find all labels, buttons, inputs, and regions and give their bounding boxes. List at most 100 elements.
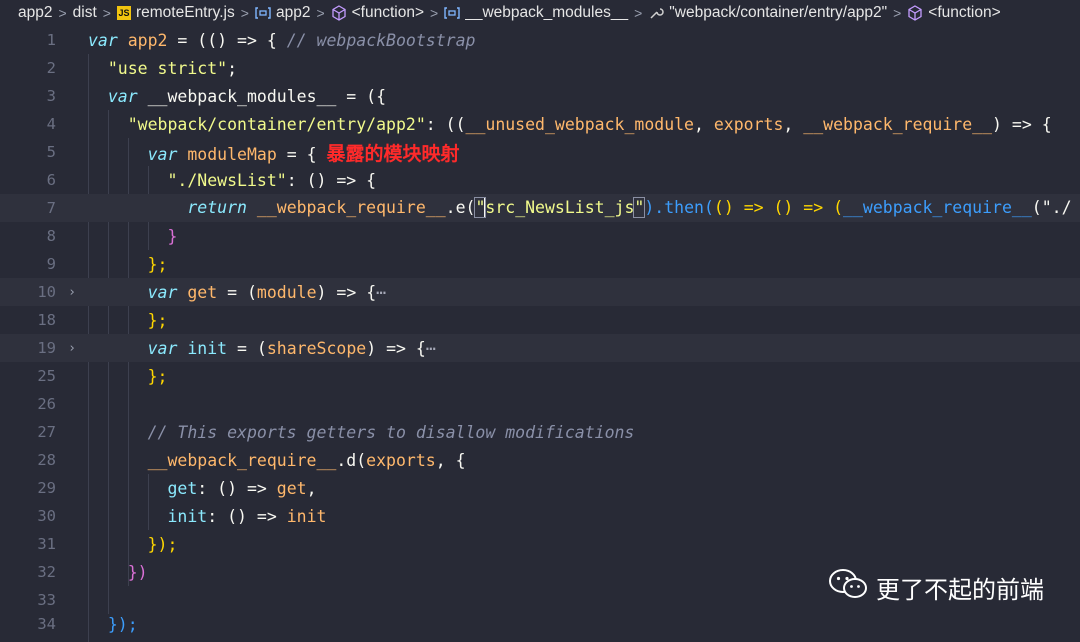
code-line-18[interactable]: 18 }; [0, 306, 1080, 334]
code-punct: , { [435, 450, 466, 470]
breadcrumb-item-webpack-modules[interactable]: __webpack_modules__ [444, 4, 628, 22]
code-line-19[interactable]: 19 › var init = (shareScope) => {⋯ [0, 334, 1080, 362]
code-punct: , [694, 114, 714, 134]
line-number: 3 [46, 87, 56, 105]
code-text: var __webpack_modules__ = ({ [88, 87, 386, 106]
code-line-9[interactable]: 9 }; [0, 250, 1080, 278]
keyword: var [147, 282, 178, 302]
code-line-4[interactable]: 4 "webpack/container/entry/app2": ((__un… [0, 110, 1080, 138]
code-punct: = ( [227, 338, 267, 358]
parameter: __webpack_require__ [803, 114, 993, 134]
folded-ellipsis[interactable]: ⋯ [426, 339, 436, 358]
code-line-26[interactable]: 26 [0, 390, 1080, 418]
breadcrumb-item-remoteentry[interactable]: JS remoteEntry.js [116, 4, 235, 22]
code-punct: }; [147, 366, 168, 386]
code-punct: } [167, 226, 178, 246]
string-quote: " [633, 196, 646, 218]
line-number: 5 [46, 143, 56, 161]
breadcrumb-label: <function> [928, 4, 1001, 21]
code-text: }; [88, 311, 168, 330]
code-punct: , [306, 478, 317, 498]
code-punct: : (( [425, 114, 466, 134]
line-number: 30 [37, 507, 56, 525]
code-line-27[interactable]: 27 // This exports getters to disallow m… [0, 418, 1080, 446]
code-punct: = { [276, 144, 327, 164]
parameter: shareScope [266, 338, 367, 358]
parameter: exports [713, 114, 784, 134]
breadcrumb-item-function[interactable]: <function> [331, 4, 424, 22]
fold-chevron-right-icon[interactable]: › [56, 341, 88, 356]
code-line-5[interactable]: 5 var moduleMap = { 暴露的模块映射 [0, 138, 1080, 166]
chevron-right-icon: > [893, 5, 902, 21]
function-call: __webpack_require__ [147, 450, 337, 470]
string: src_NewsList_js [485, 197, 635, 217]
code-punct: ; [227, 58, 238, 78]
code-text: var moduleMap = { 暴露的模块映射 [88, 139, 460, 166]
code-text: var get = (module) => {⋯ [88, 283, 386, 302]
code-line-6[interactable]: 6 "./NewsList": () => { [0, 166, 1080, 194]
code-text: __webpack_require__.d(exports, { [88, 451, 466, 470]
breadcrumb-item-dist[interactable]: dist [73, 4, 97, 22]
code-punct: , [783, 114, 804, 134]
code-punct: : () => [207, 506, 287, 526]
property-key: get [167, 478, 198, 498]
code-text: }; [88, 255, 168, 274]
code-line-29[interactable]: 29 get: () => get, [0, 474, 1080, 502]
breadcrumb-item-entry-key[interactable]: "webpack/container/entry/app2" [648, 4, 887, 22]
breadcrumb-item-app2-var[interactable]: app2 [255, 4, 310, 22]
string: "webpack/container/entry/app2" [127, 114, 426, 134]
code-line-8[interactable]: 8 } [0, 222, 1080, 250]
line-number: 4 [46, 115, 56, 133]
code-text: }; [88, 366, 168, 386]
code-text: } [88, 227, 177, 246]
code-line-3[interactable]: 3 var __webpack_modules__ = ({ [0, 82, 1080, 110]
comment: // This exports getters to disallow modi… [147, 422, 635, 442]
code-punct: .e( [445, 197, 476, 217]
breadcrumb-item-app2[interactable]: app2 [18, 4, 52, 22]
code-line-34[interactable]: 34 }); [0, 610, 1080, 638]
code-line-2[interactable]: 2 "use strict"; [0, 54, 1080, 82]
line-number: 28 [37, 451, 56, 469]
breadcrumb-label: dist [72, 4, 97, 21]
code-editor[interactable]: 1 var app2 = (() => { // webpackBootstra… [0, 26, 1080, 642]
identifier: __webpack_modules__ [147, 86, 337, 106]
code-text: }); [88, 535, 178, 554]
parameter: __unused_webpack_module [465, 114, 694, 134]
fold-chevron-right-icon[interactable]: › [56, 285, 88, 300]
code-line-10[interactable]: 10 › var get = (module) => {⋯ [0, 278, 1080, 306]
code-line-31[interactable]: 31 }); [0, 530, 1080, 558]
cube-icon [331, 5, 347, 21]
identifier: get [187, 282, 218, 302]
code-line-1[interactable]: 1 var app2 = (() => { // webpackBootstra… [0, 26, 1080, 54]
line-number: 27 [37, 423, 56, 441]
chevron-right-icon: > [102, 5, 111, 21]
line-number: 19 [37, 339, 56, 357]
identifier: init [187, 338, 228, 358]
code-punct: () => () => ( [713, 197, 844, 217]
code-punct: }) [127, 562, 148, 582]
code-punct: .d( [336, 450, 367, 470]
identifier: get [276, 478, 307, 498]
code-text: var init = (shareScope) => {⋯ [88, 339, 436, 358]
string: "./NewsList" [167, 170, 287, 190]
code-text: // This exports getters to disallow modi… [88, 422, 635, 442]
line-number: 26 [37, 395, 56, 413]
code-punct: ) => { [366, 338, 426, 358]
line-number: 2 [46, 59, 56, 77]
code-line-7[interactable]: 7 return __webpack_require__.e("src_News… [0, 194, 1080, 222]
code-line-25[interactable]: 25 }; [0, 362, 1080, 390]
identifier: app2 [127, 30, 168, 50]
code-line-28[interactable]: 28 __webpack_require__.d(exports, { [0, 446, 1080, 474]
breadcrumb-label: remoteEntry.js [135, 4, 235, 21]
breadcrumb-label: "webpack/container/entry/app2" [669, 4, 888, 21]
code-line-30[interactable]: 30 init: () => init [0, 502, 1080, 530]
breadcrumb-item-function-2[interactable]: <function> [907, 4, 1001, 22]
breadcrumb-label: app2 [18, 4, 53, 21]
line-number: 8 [46, 227, 56, 245]
code-punct: ("./ [1031, 197, 1072, 217]
code-punct: = (() => { [167, 30, 287, 50]
code-punct: : () => [197, 478, 277, 498]
chevron-right-icon: > [58, 5, 67, 21]
code-text: "./NewsList": () => { [88, 171, 376, 190]
folded-ellipsis[interactable]: ⋯ [376, 283, 386, 302]
